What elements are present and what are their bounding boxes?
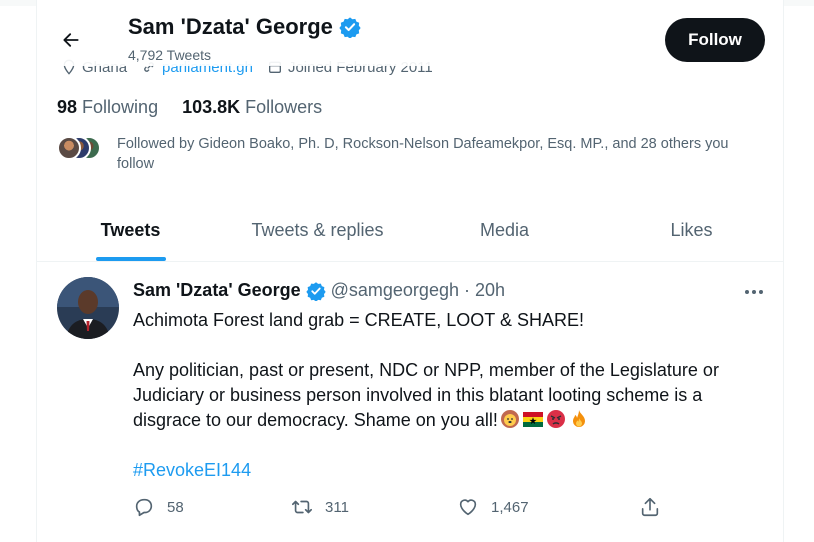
tweet-verified-badge-icon	[305, 281, 326, 301]
retweet-button[interactable]: 311	[291, 496, 349, 518]
reply-count: 58	[167, 498, 184, 516]
tweet[interactable]: Sam 'Dzata' George @samgeorgegh · 20h Ac…	[37, 263, 783, 542]
tweet-separator: ·	[463, 280, 470, 300]
share-button[interactable]	[639, 496, 661, 518]
back-button[interactable]	[55, 24, 87, 56]
tab-media[interactable]: Media	[411, 200, 598, 261]
follower-avatar-1	[57, 136, 81, 160]
tab-media-label: Media	[479, 220, 530, 240]
following-count: 98	[57, 97, 78, 117]
tab-likes-label: Likes	[670, 220, 713, 240]
followers-count: 103.8K	[182, 97, 241, 117]
followers-stat[interactable]: 103.8K Followers	[182, 97, 322, 118]
following-stat[interactable]: 98 Following	[57, 97, 158, 118]
follower-avatars	[57, 136, 101, 160]
angry-face-emoji	[546, 410, 565, 428]
reply-button[interactable]: 58	[133, 496, 184, 518]
tweet-header: Sam 'Dzata' George @samgeorgegh · 20h	[133, 280, 505, 301]
tab-tweets[interactable]: Tweets	[37, 200, 224, 261]
active-tab-indicator	[95, 257, 166, 261]
profile-tabs: Tweets Tweets & replies Media Likes	[37, 200, 783, 262]
fire-emoji	[572, 410, 585, 427]
header-title: Sam 'Dzata' George	[128, 14, 361, 40]
header-tweet-count: 4,792 Tweets	[128, 47, 212, 63]
more-options-button[interactable]	[737, 279, 771, 305]
more-dots-icon	[745, 290, 763, 294]
tweet-timestamp[interactable]: 20h	[475, 280, 505, 301]
header-display-name: Sam 'Dzata' George	[128, 14, 333, 39]
profile-column: Ghana parliament.gh Joined February 2011…	[36, 0, 784, 542]
heart-icon	[459, 499, 477, 516]
tweet-actions: 58 311 1,467	[133, 496, 673, 520]
tab-tweets-label: Tweets	[100, 220, 161, 240]
verified-badge-icon	[339, 16, 361, 38]
hashtag-link[interactable]: #RevokeEI144	[133, 460, 251, 480]
tab-tweets-and-replies[interactable]: Tweets & replies	[224, 200, 411, 261]
tweet-text-line-2: Any politician, past or present, NDC or …	[133, 360, 719, 430]
like-button[interactable]: 1,467	[457, 496, 529, 518]
tweet-text-line-1: Achimota Forest land grab = CREATE, LOOT…	[133, 310, 585, 330]
follow-stats: 98 Following 103.8K Followers	[57, 97, 322, 118]
tweet-author-name[interactable]: Sam 'Dzata' George	[133, 280, 301, 301]
retweet-icon	[292, 500, 312, 514]
following-label: Following	[82, 97, 159, 117]
tweet-emojis	[500, 409, 589, 429]
followed-by-text: Followed by Gideon Boako, Ph. D, Rockson…	[117, 136, 729, 172]
followed-by-row[interactable]: Followed by Gideon Boako, Ph. D, Rockson…	[57, 134, 737, 174]
followers-label: Followers	[245, 97, 323, 117]
retweet-count: 311	[325, 498, 349, 516]
share-icon	[641, 497, 659, 517]
lion-emoji	[500, 410, 519, 428]
ghana-flag-emoji	[522, 412, 543, 427]
tab-likes[interactable]: Likes	[598, 200, 783, 261]
tweet-text: Achimota Forest land grab = CREATE, LOOT…	[133, 308, 763, 483]
follow-button[interactable]: Follow	[665, 18, 765, 62]
back-arrow-icon	[63, 33, 79, 47]
tweet-text-paragraph: Any politician, past or present, NDC or …	[133, 358, 763, 433]
like-count: 1,467	[491, 498, 529, 516]
tab-tweets-and-replies-label: Tweets & replies	[251, 220, 384, 240]
reply-icon	[135, 498, 153, 517]
tweet-author-avatar[interactable]	[57, 277, 119, 339]
tweet-author-handle[interactable]: @samgeorgegh	[331, 280, 459, 301]
